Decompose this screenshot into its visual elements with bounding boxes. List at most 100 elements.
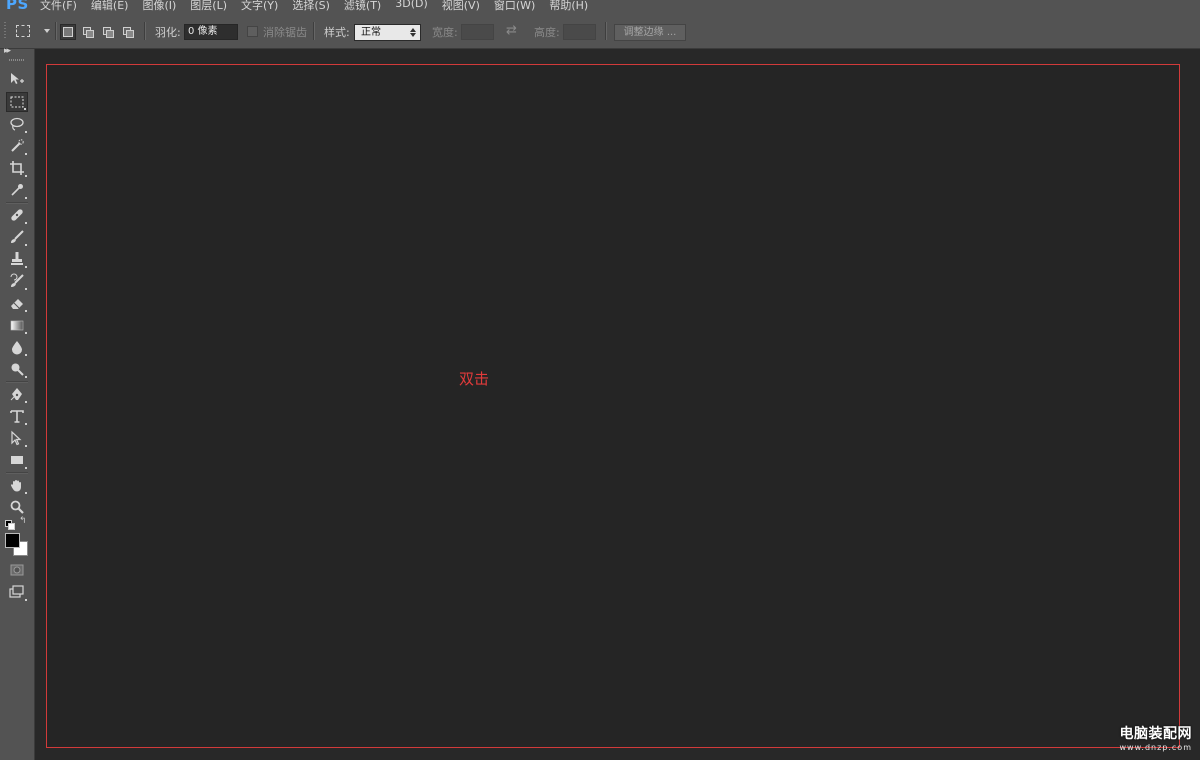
- clone-stamp-tool[interactable]: [6, 249, 28, 269]
- separator: [313, 22, 315, 40]
- style-select-value: 正常: [361, 27, 381, 38]
- height-label: 高度:: [534, 26, 560, 39]
- intersect-selection-icon: [123, 27, 134, 38]
- eraser-icon: [11, 299, 23, 309]
- options-bar: 羽化: 0 像素 消除锯齿 样式: 正常 宽度: ⇄ 高度: 调整边缘 ...: [0, 14, 1200, 49]
- stamp-icon: [11, 252, 23, 265]
- type-tool[interactable]: [6, 406, 28, 426]
- move-tool[interactable]: [6, 69, 28, 89]
- gradient-tool[interactable]: [6, 315, 28, 335]
- blur-tool[interactable]: [6, 337, 28, 357]
- subtract-from-selection-button[interactable]: [100, 24, 116, 40]
- options-bar-grip[interactable]: [4, 22, 6, 40]
- default-colors-icon[interactable]: [5, 520, 15, 530]
- crop-tool[interactable]: [6, 158, 28, 178]
- bandage-icon: [11, 209, 23, 221]
- menu-type[interactable]: 文字(Y): [241, 0, 278, 13]
- crop-icon: [10, 161, 24, 175]
- document-workspace[interactable]: [35, 49, 1200, 760]
- brush-tool[interactable]: [6, 227, 28, 247]
- canvas-highlight-frame[interactable]: [46, 64, 1180, 748]
- watermark-title: 电脑装配网: [1119, 726, 1192, 742]
- brush-icon: [11, 230, 24, 243]
- intersect-selection-button[interactable]: [120, 24, 136, 40]
- add-to-selection-icon: [83, 27, 94, 38]
- eyedropper-tool[interactable]: [6, 180, 28, 200]
- rectangular-marquee-icon: [10, 96, 24, 108]
- separator: [144, 22, 146, 40]
- screen-mode-icon: [9, 585, 24, 598]
- rectangle-shape-icon: [11, 456, 23, 464]
- collapse-panel-icon[interactable]: ▸▸: [4, 46, 11, 56]
- path-selection-icon: [11, 430, 22, 446]
- dodge-icon: [11, 363, 24, 376]
- spot-healing-brush-tool[interactable]: [6, 205, 28, 225]
- width-label: 宽度:: [432, 26, 458, 39]
- add-to-selection-button[interactable]: [80, 24, 96, 40]
- tools-panel: ▸▸ ↰: [0, 46, 35, 760]
- foreground-color-swatch[interactable]: [5, 533, 20, 548]
- menu-image[interactable]: 图像(I): [142, 0, 176, 13]
- separator: [55, 22, 57, 40]
- feather-label: 羽化:: [155, 26, 181, 39]
- refine-edge-button[interactable]: 调整边缘 ...: [614, 24, 686, 41]
- menu-filter[interactable]: 滤镜(T): [344, 0, 381, 13]
- tool-preset-picker[interactable]: [16, 14, 50, 48]
- menu-items: 文件(F) 编辑(E) 图像(I) 图层(L) 文字(Y) 选择(S) 滤镜(T…: [40, 0, 602, 13]
- gradient-icon: [10, 320, 24, 331]
- dodge-tool[interactable]: [6, 359, 28, 379]
- menu-select[interactable]: 选择(S): [292, 0, 330, 13]
- photoshop-logo: PS: [6, 0, 29, 13]
- zoom-tool[interactable]: [6, 497, 28, 517]
- move-icon: [11, 73, 24, 84]
- screen-mode-button[interactable]: [6, 582, 28, 602]
- rectangle-tool[interactable]: [6, 450, 28, 470]
- antialias-label: 消除锯齿: [263, 26, 307, 39]
- eyedropper-icon: [11, 184, 23, 196]
- dropdown-arrow-icon: [44, 29, 50, 33]
- style-select[interactable]: 正常: [354, 24, 421, 41]
- menu-3d[interactable]: 3D(D): [395, 0, 428, 13]
- new-selection-button[interactable]: [60, 24, 76, 40]
- site-watermark: 电脑装配网 www.dnzp.com: [1120, 723, 1193, 752]
- quick-mask-icon: [10, 564, 24, 576]
- menu-view[interactable]: 视图(V): [442, 0, 480, 13]
- type-icon: [10, 410, 24, 423]
- quick-selection-tool[interactable]: [6, 136, 28, 156]
- path-selection-tool[interactable]: [6, 428, 28, 448]
- style-label: 样式:: [324, 26, 350, 39]
- lasso-tool[interactable]: [6, 114, 28, 134]
- menu-bar: PS 文件(F) 编辑(E) 图像(I) 图层(L) 文字(Y) 选择(S) 滤…: [0, 0, 1200, 14]
- annotation-text: 双击: [459, 370, 490, 388]
- feather-input[interactable]: 0 像素: [184, 24, 238, 40]
- menu-layer[interactable]: 图层(L): [190, 0, 227, 13]
- hand-icon: [10, 480, 21, 492]
- history-brush-tool[interactable]: [6, 271, 28, 291]
- history-brush-icon: [10, 273, 24, 287]
- swap-colors-icon[interactable]: ↰: [19, 516, 27, 526]
- pen-tool[interactable]: [6, 384, 28, 404]
- hand-tool[interactable]: [6, 475, 28, 495]
- antialias-checkbox[interactable]: [247, 26, 258, 37]
- new-selection-icon: [63, 27, 73, 37]
- rectangular-marquee-tool[interactable]: [6, 92, 28, 112]
- width-input[interactable]: [461, 24, 494, 40]
- rectangular-marquee-icon: [16, 25, 30, 37]
- menu-file[interactable]: 文件(F): [40, 0, 77, 13]
- quick-selection-icon: [11, 139, 24, 152]
- zoom-icon: [10, 500, 24, 514]
- updown-arrows-icon: [410, 27, 416, 38]
- subtract-from-selection-icon: [103, 27, 114, 38]
- watermark-url: www.dnzp.com: [1119, 743, 1192, 752]
- menu-window[interactable]: 窗口(W): [494, 0, 535, 13]
- separator: [605, 22, 607, 40]
- panel-grip[interactable]: [9, 59, 25, 61]
- eraser-tool[interactable]: [6, 293, 28, 313]
- swap-width-height-icon[interactable]: ⇄: [506, 23, 517, 38]
- pen-icon: [10, 388, 22, 401]
- lasso-icon: [10, 117, 24, 131]
- quick-mask-button[interactable]: [6, 560, 28, 580]
- height-input[interactable]: [563, 24, 596, 40]
- menu-help[interactable]: 帮助(H): [549, 0, 588, 13]
- menu-edit[interactable]: 编辑(E): [91, 0, 129, 13]
